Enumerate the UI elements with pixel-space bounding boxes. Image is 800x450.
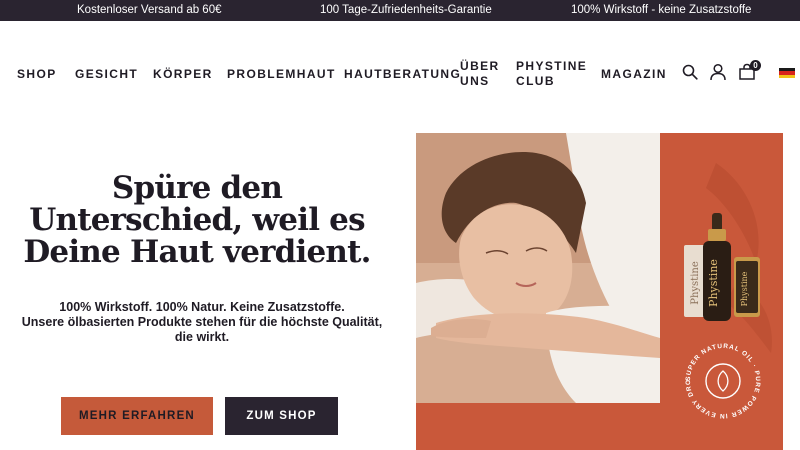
announcement-guarantee: 100 Tage-Zufriedenheits-Garantie (320, 4, 492, 16)
announcement-bar: Kostenloser Versand ab 60€ 100 Tage-Zufr… (0, 0, 800, 21)
hero-subline-2: Unsere ölbasierten Produkte stehen für d… (21, 315, 383, 344)
announcement-shipping: Kostenloser Versand ab 60€ (77, 4, 222, 16)
nav-item-magazin[interactable]: MAGAZIN (601, 67, 667, 82)
bottle-brand-label-2: Phystine (707, 259, 720, 307)
mehr-erfahren-button[interactable]: MEHR ERFAHREN (61, 397, 213, 435)
nav-item-koerper[interactable]: KÖRPER (153, 67, 213, 82)
hero-headline: Spüre den Unterschied, weil es Deine Hau… (23, 170, 371, 270)
hero-subline-1: 100% Wirkstoff. 100% Natur. Keine Zusatz… (59, 300, 345, 314)
search-icon[interactable] (682, 64, 698, 80)
nav-item-shop[interactable]: SHOP (17, 67, 57, 82)
hero-image: Phystine Phystine Phystine SUPER NATURAL… (416, 133, 783, 450)
nav-item-ueber-uns[interactable]: ÜBER UNS (460, 59, 500, 89)
nav-item-hautberatung[interactable]: HAUTBERATUNG (344, 67, 461, 82)
main-navigation: SHOP GESICHT KÖRPER PROBLEMHAUT HAUTBERA… (0, 21, 800, 125)
nav-item-gesicht[interactable]: GESICHT (75, 67, 138, 82)
cart-count-badge: 0 (750, 60, 761, 71)
nav-item-phystine-club[interactable]: PHYSTINE CLUB (516, 59, 586, 89)
nav-item-problemhaut[interactable]: PROBLEMHAUT (227, 67, 336, 82)
german-flag-icon[interactable] (779, 68, 795, 78)
bottle-brand-label-1: Phystine (690, 261, 701, 305)
zum-shop-button[interactable]: ZUM SHOP (225, 397, 338, 435)
hero-subcopy: 100% Wirkstoff. 100% Natur. Keine Zusatz… (12, 300, 392, 345)
announcement-ingredients: 100% Wirkstoff - keine Zusatzstoffe (571, 4, 752, 16)
hero-illustration: Phystine Phystine Phystine SUPER NATURAL… (416, 133, 772, 450)
user-icon[interactable] (709, 63, 727, 81)
bottle-brand-label-3: Phystine (740, 271, 749, 306)
drop-icon (717, 370, 729, 392)
